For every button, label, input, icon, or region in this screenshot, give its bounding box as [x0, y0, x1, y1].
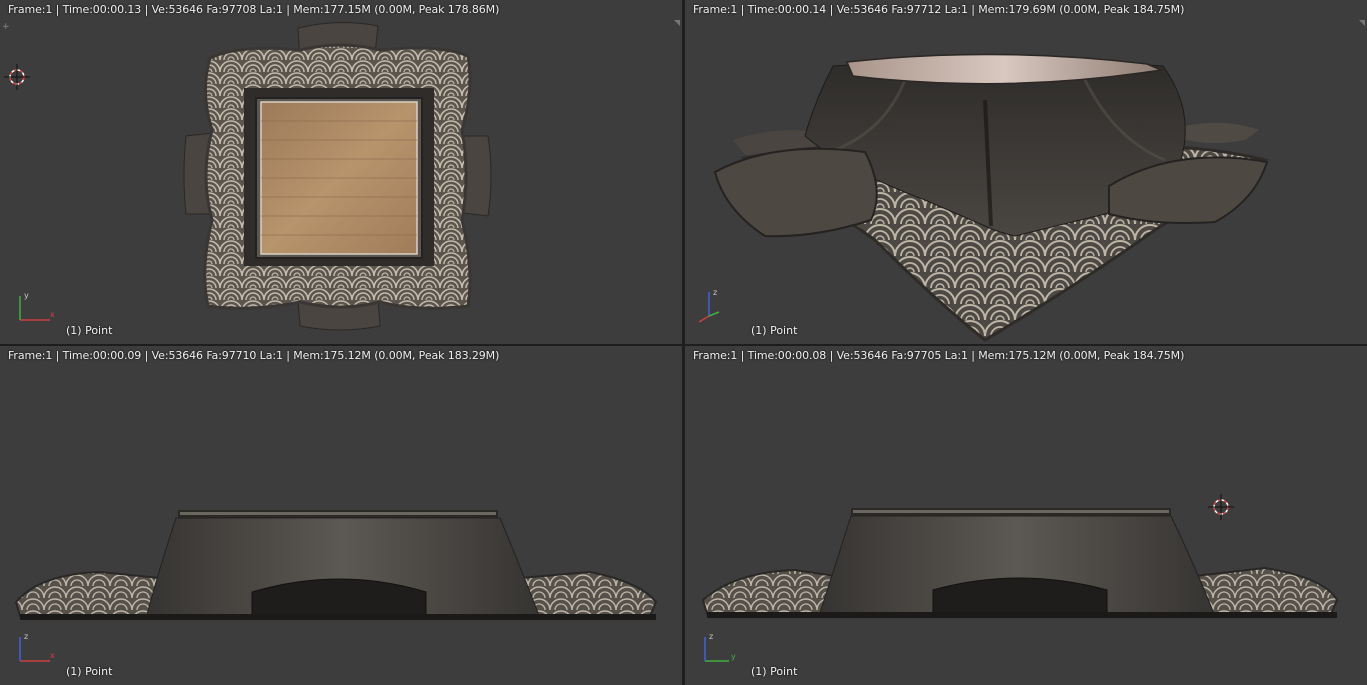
axis-label-x: x: [50, 310, 55, 319]
viewport-stats: Frame:1 | Time:00:00.14 | Ve:53646 Fa:97…: [693, 3, 1185, 16]
viewport-perspective-view[interactable]: z Frame:1 | Time:00:00.14 | Ve:53646 Fa:…: [685, 0, 1367, 344]
axis-gizmo-icon: z y: [704, 632, 736, 662]
active-object-label: (1) Point: [66, 324, 113, 337]
axis-label-y: y: [24, 291, 29, 300]
viewport-plus-icon[interactable]: +: [2, 23, 10, 32]
viewport-divider-horizontal[interactable]: [0, 344, 1367, 346]
active-object-label: (1) Point: [66, 665, 113, 678]
3d-cursor-icon[interactable]: [1208, 494, 1234, 520]
kotatsu-side-view-render: [701, 508, 1339, 618]
axis-gizmo-icon: y x: [19, 291, 55, 321]
active-object-label: (1) Point: [751, 324, 798, 337]
viewport-side-view[interactable]: z y Frame:1 | Time:00:00.08 | Ve:53646 F…: [685, 346, 1367, 685]
axis-label-y: y: [731, 652, 736, 661]
viewport-split-corner[interactable]: [674, 20, 680, 26]
3d-cursor-icon[interactable]: [4, 64, 30, 90]
kotatsu-top-view-render: [183, 21, 492, 331]
viewport-stats: Frame:1 | Time:00:00.08 | Ve:53646 Fa:97…: [693, 349, 1185, 362]
viewport-front-view[interactable]: z x Frame:1 | Time:00:00.09 | Ve:53646 F…: [0, 346, 682, 685]
kotatsu-front-view-render: [14, 510, 658, 620]
kotatsu-perspective-render: [713, 53, 1269, 342]
viewport-stats: Frame:1 | Time:00:00.13 | Ve:53646 Fa:97…: [8, 3, 500, 16]
axis-label-z: z: [709, 632, 713, 641]
viewport-split-corner[interactable]: [1359, 20, 1365, 26]
viewport-stats: Frame:1 | Time:00:00.09 | Ve:53646 Fa:97…: [8, 349, 500, 362]
axis-label-x: x: [50, 651, 55, 660]
viewport-top-view[interactable]: y x Frame:1 | Time:00:00.13 | Ve:53646 F…: [0, 0, 682, 344]
viewport-divider-vertical[interactable]: [682, 0, 685, 685]
axis-label-z: z: [24, 632, 28, 641]
active-object-label: (1) Point: [751, 665, 798, 678]
axis-label-z: z: [713, 288, 717, 297]
axis-gizmo-icon: z: [698, 288, 720, 323]
axis-gizmo-icon: z x: [19, 632, 55, 662]
